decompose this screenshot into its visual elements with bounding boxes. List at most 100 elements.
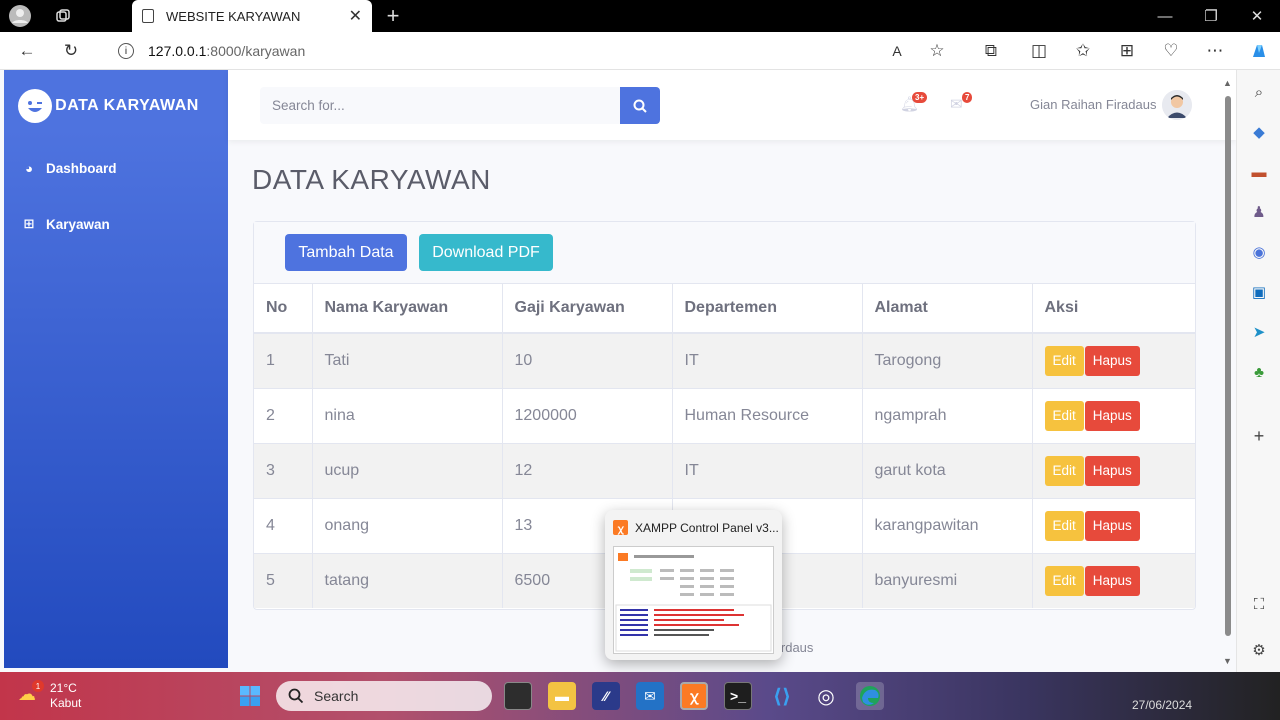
alerts-button[interactable]: 🔔︎ 3+	[900, 92, 928, 115]
search-icon	[288, 688, 304, 704]
restore-icon[interactable]: ❐	[1196, 0, 1226, 32]
extensions-icon[interactable]: ⧉	[976, 36, 1006, 66]
download-pdf-button[interactable]: Download PDF	[419, 234, 553, 271]
page-scrollbar[interactable]: ▲ ▼	[1222, 78, 1234, 668]
taskbar-date[interactable]: 27/06/2024	[1132, 698, 1192, 712]
microsoft365-icon[interactable]: ◉	[1249, 242, 1269, 262]
taskbar-search[interactable]: Search	[276, 681, 492, 711]
back-icon[interactable]: ←	[12, 36, 42, 66]
scrollbar-thumb[interactable]	[1225, 96, 1231, 636]
user-name[interactable]: Gian Raihan Firadaus	[1030, 97, 1160, 112]
outlook-icon[interactable]: ▣	[1249, 282, 1269, 302]
cell-gaji: 10	[502, 332, 673, 388]
shopping-tag-icon[interactable]: ◆	[1249, 122, 1269, 142]
file-explorer-icon[interactable]: ▬	[548, 682, 576, 710]
settings-gear-icon[interactable]: ⚙	[1249, 640, 1269, 660]
task-view-icon[interactable]	[504, 682, 532, 710]
sidebar-item-karyawan[interactable]: ⊞ Karyawan	[4, 204, 228, 244]
performance-icon[interactable]: ♡	[1156, 36, 1186, 66]
search-sidebar-icon[interactable]: ⌕	[1249, 82, 1269, 102]
address-bar[interactable]: i 127.0.0.1:8000/karyawan	[100, 36, 964, 66]
cell-gaji: 12	[502, 442, 673, 498]
column-header-departemen: Departemen	[672, 284, 863, 334]
windows-start-icon[interactable]	[236, 682, 264, 710]
favorite-star-icon[interactable]: ☆	[922, 36, 952, 66]
scroll-down-icon[interactable]: ▼	[1223, 656, 1232, 666]
terminal-icon[interactable]: >_	[724, 682, 752, 710]
sidebar: DATA KARYAWAN ◕ Dashboard ⊞ Karyawan	[4, 70, 228, 668]
tab-website-karyawan[interactable]: WEBSITE KARYAWAN ✕	[132, 0, 372, 32]
favorites-icon[interactable]: ✩	[1068, 36, 1098, 66]
close-window-icon[interactable]: ✕	[1242, 0, 1272, 32]
preview-thumbnail	[613, 546, 774, 654]
add-data-button[interactable]: Tambah Data	[285, 234, 407, 271]
refresh-icon[interactable]: ↻	[56, 36, 86, 66]
avatar[interactable]	[1162, 90, 1192, 120]
send-icon[interactable]: ➤	[1249, 322, 1269, 342]
cell-no: 3	[254, 442, 313, 498]
table-header-row: No Nama Karyawan Gaji Karyawan Departeme…	[254, 284, 1195, 334]
edit-button[interactable]: Edit	[1044, 510, 1084, 541]
new-tab-button[interactable]: +	[378, 0, 408, 32]
profile-icon[interactable]	[8, 4, 34, 28]
delete-button[interactable]: Hapus	[1084, 345, 1140, 376]
delete-button[interactable]: Hapus	[1084, 455, 1140, 486]
cell-departemen: IT	[672, 442, 863, 498]
games-icon[interactable]: ♟	[1249, 202, 1269, 222]
cell-alamat: karangpawitan	[862, 497, 1033, 553]
site-info-icon[interactable]: i	[118, 43, 134, 59]
close-tab-icon[interactable]: ✕	[349, 6, 362, 26]
taskbar-preview[interactable]: ꭓ XAMPP Control Panel v3...	[605, 510, 782, 660]
obs-icon[interactable]: ◎	[812, 682, 840, 710]
sidebar-item-label: Karyawan	[46, 216, 110, 232]
tools-icon[interactable]: ▬	[1249, 162, 1269, 182]
brand-name: DATA KARYAWAN	[55, 97, 199, 114]
read-aloud-icon[interactable]: A	[882, 36, 912, 66]
more-menu-icon[interactable]: ⋯	[1200, 36, 1230, 66]
xampp-icon: ꭓ	[613, 520, 628, 535]
cell-no: 4	[254, 497, 313, 553]
sidebar-item-label: Dashboard	[46, 160, 117, 176]
edit-button[interactable]: Edit	[1044, 455, 1084, 486]
tab-title: WEBSITE KARYAWAN	[166, 8, 301, 24]
edit-button[interactable]: Edit	[1044, 345, 1084, 376]
minimize-icon[interactable]: —	[1150, 0, 1180, 32]
delete-button[interactable]: Hapus	[1084, 565, 1140, 596]
edit-button[interactable]: Edit	[1044, 400, 1084, 431]
tree-icon[interactable]: ♣	[1249, 362, 1269, 382]
messages-button[interactable]: ✉ 7	[950, 92, 973, 115]
mail-icon[interactable]: ✉	[636, 682, 664, 710]
cell-gaji: 1200000	[502, 387, 673, 443]
cell-no: 2	[254, 387, 313, 443]
visual-studio-icon[interactable]: ⁄⁄	[592, 682, 620, 710]
envelope-icon: ✉	[950, 96, 963, 113]
tachometer-icon: ◕	[25, 160, 33, 176]
collections-icon[interactable]: ⊞	[1112, 36, 1142, 66]
sidebar-brand[interactable]: DATA KARYAWAN	[4, 70, 228, 142]
add-sidebar-icon[interactable]: +	[1249, 426, 1269, 446]
split-screen-icon[interactable]: ◫	[1024, 36, 1054, 66]
topbar: Search for... 🔔︎ 3+ ✉ 7 Gian Raihan Fira…	[228, 70, 1236, 140]
sidebar-item-dashboard[interactable]: ◕ Dashboard	[4, 148, 228, 188]
edge-browser-icon[interactable]	[856, 682, 884, 710]
cell-nama: Tati	[312, 332, 503, 388]
copilot-icon[interactable]	[1244, 36, 1274, 66]
preview-title: XAMPP Control Panel v3...	[635, 521, 779, 535]
browser-tab-strip: WEBSITE KARYAWAN ✕ + — ❐ ✕	[0, 0, 1280, 32]
xampp-taskbar-icon[interactable]: ꭓ	[680, 682, 708, 710]
vscode-icon[interactable]: ⟨⟩	[768, 682, 796, 710]
workspaces-icon[interactable]	[48, 0, 78, 32]
edit-button[interactable]: Edit	[1044, 565, 1084, 596]
card-header: Tambah Data Download PDF	[254, 222, 1195, 284]
weather-description[interactable]: Kabut	[50, 696, 81, 710]
weather-temperature[interactable]: 21°C	[50, 681, 77, 695]
table-row: 3 ucup 12 IT garut kota Edit Hapus	[254, 442, 1195, 498]
search-button[interactable]	[620, 87, 660, 124]
scroll-up-icon[interactable]: ▲	[1223, 78, 1232, 88]
delete-button[interactable]: Hapus	[1084, 400, 1140, 431]
search-input[interactable]: Search for...	[260, 87, 620, 124]
delete-button[interactable]: Hapus	[1084, 510, 1140, 541]
screenshot-icon[interactable]: ⛶	[1249, 594, 1269, 614]
messages-badge: 7	[962, 92, 973, 103]
table-row: 2 nina 1200000 Human Resource ngamprah E…	[254, 387, 1195, 443]
